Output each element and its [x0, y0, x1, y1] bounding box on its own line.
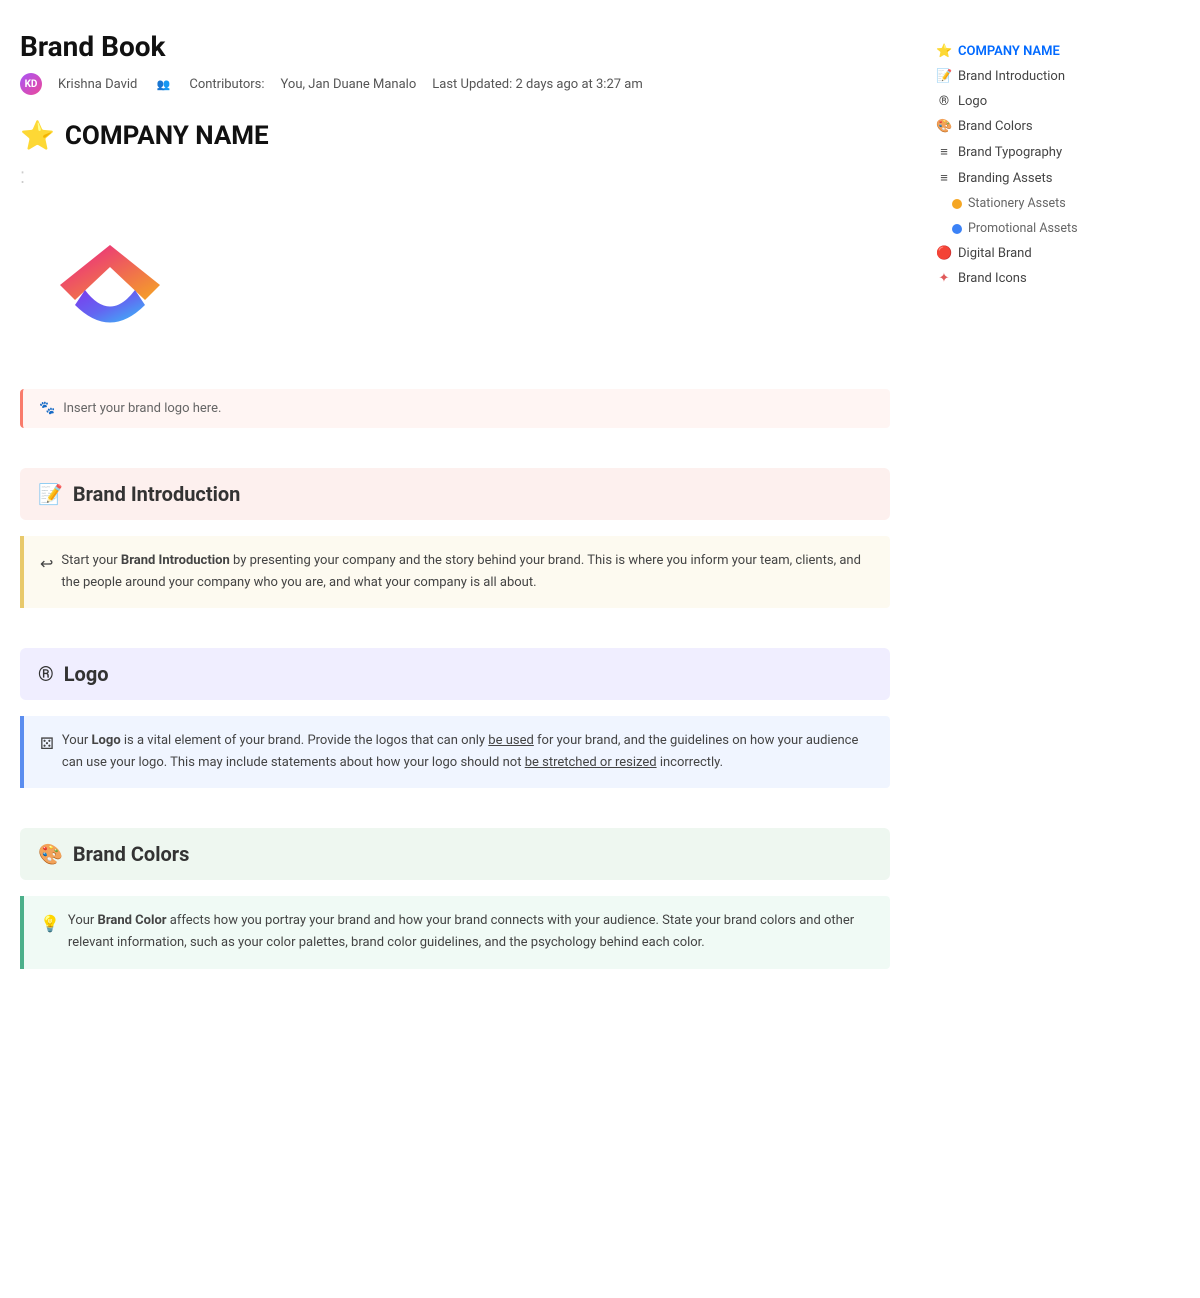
last-updated: Last Updated: 2 days ago at 3:27 am	[432, 77, 643, 92]
sidebar-typography-icon: ≡	[936, 144, 952, 160]
sidebar-brand-intro-label: Brand Introduction	[958, 69, 1065, 84]
contributors-names: You, Jan Duane Manalo	[281, 77, 417, 92]
logo-underline1: be used	[488, 733, 534, 748]
logo-icon: ®	[38, 662, 54, 686]
avatar: KD	[20, 73, 42, 95]
author-name: Krishna David	[58, 77, 137, 92]
sidebar-digital-brand-icon: 🔴	[936, 246, 952, 261]
meta-row: KD Krishna David 👥 Contributors: You, Ja…	[20, 73, 890, 95]
sidebar-item-promotional-assets[interactable]: Promotional Assets	[930, 217, 1130, 240]
sidebar-brand-intro-icon: 📝	[936, 69, 952, 84]
contributors-label: Contributors:	[189, 77, 264, 92]
sidebar-stationery-dot	[952, 199, 962, 209]
section-logo: ® Logo ⚄ Your Logo is a vital element of…	[20, 648, 890, 788]
brand-colors-title: Brand Colors	[73, 842, 189, 866]
drag-handle: ⁚	[20, 168, 890, 187]
brand-introduction-callout-icon: ↩	[40, 550, 53, 577]
sidebar-brand-icons-label: Brand Icons	[958, 271, 1027, 286]
brand-colors-callout-icon: 💡	[40, 910, 60, 937]
sidebar-item-branding-assets[interactable]: ≡ Branding Assets	[930, 166, 1130, 190]
sidebar-star-icon: ⭐	[936, 44, 952, 59]
brand-logo-callout-icon: 🐾	[39, 401, 55, 416]
contributors-icon: 👥	[153, 74, 173, 94]
brand-logo-callout: 🐾 Insert your brand logo here.	[20, 389, 890, 428]
sidebar: ⭐ COMPANY NAME 📝 Brand Introduction ® Lo…	[930, 30, 1130, 1009]
sidebar-digital-brand-label: Digital Brand	[958, 246, 1032, 261]
logo-bold: Logo	[92, 733, 121, 748]
main-content: Brand Book KD Krishna David 👥 Contributo…	[20, 30, 890, 1009]
clickup-logo-svg	[30, 195, 190, 355]
sidebar-item-logo[interactable]: ® Logo	[930, 90, 1130, 113]
sidebar-brand-typography-label: Brand Typography	[958, 145, 1062, 160]
sidebar-promotional-label: Promotional Assets	[968, 221, 1078, 236]
star-icon: ⭐	[20, 119, 55, 152]
section-brand-introduction: 📝 Brand Introduction ↩ Start your Brand …	[20, 468, 890, 608]
brand-introduction-callout: ↩ Start your Brand Introduction by prese…	[20, 536, 890, 608]
brand-colors-icon: 🎨	[38, 842, 63, 866]
logo-callout-icon: ⚄	[40, 730, 54, 757]
sidebar-item-brand-colors[interactable]: 🎨 Brand Colors	[930, 115, 1130, 138]
sidebar-item-stationery-assets[interactable]: Stationery Assets	[930, 192, 1130, 215]
logo-callout-text: Your Logo is a vital element of your bra…	[62, 733, 858, 770]
sidebar-stationery-label: Stationery Assets	[968, 196, 1066, 211]
sidebar-branding-assets-label: Branding Assets	[958, 171, 1052, 186]
sidebar-item-company-name[interactable]: ⭐ COMPANY NAME	[930, 40, 1130, 63]
sidebar-logo-icon: ®	[936, 94, 952, 109]
logo-underline2: be stretched or resized	[525, 755, 657, 770]
sidebar-brand-colors-label: Brand Colors	[958, 119, 1033, 134]
logo-header: ® Logo	[20, 648, 890, 700]
brand-colors-bold: Brand Color	[98, 913, 167, 928]
brand-introduction-title: Brand Introduction	[73, 482, 241, 506]
logo-title: Logo	[64, 662, 109, 686]
section-brand-colors: 🎨 Brand Colors 💡 Your Brand Color affect…	[20, 828, 890, 968]
page-title: Brand Book	[20, 30, 890, 63]
sidebar-item-digital-brand[interactable]: 🔴 Digital Brand	[930, 242, 1130, 265]
sidebar-brand-colors-icon: 🎨	[936, 119, 952, 134]
sidebar-branding-assets-icon: ≡	[936, 170, 952, 186]
brand-introduction-header: 📝 Brand Introduction	[20, 468, 890, 520]
company-name-text: COMPANY NAME	[65, 121, 269, 151]
sidebar-company-name-label: COMPANY NAME	[958, 44, 1060, 59]
brand-colors-callout: 💡 Your Brand Color affects how you portr…	[20, 896, 890, 968]
sidebar-brand-icons-icon: ✦	[936, 271, 952, 286]
brand-logo-callout-text: Insert your brand logo here.	[63, 401, 221, 416]
company-name-section: ⭐ COMPANY NAME ⁚	[20, 119, 890, 428]
sidebar-item-brand-typography[interactable]: ≡ Brand Typography	[930, 140, 1130, 164]
logo-area	[30, 195, 890, 359]
brand-introduction-callout-text: Start your Brand Introduction by present…	[61, 553, 861, 590]
brand-introduction-bold: Brand Introduction	[121, 553, 230, 568]
sidebar-item-brand-icons[interactable]: ✦ Brand Icons	[930, 267, 1130, 290]
sidebar-promotional-dot	[952, 224, 962, 234]
sidebar-logo-label: Logo	[958, 94, 987, 109]
logo-callout: ⚄ Your Logo is a vital element of your b…	[20, 716, 890, 788]
sidebar-item-brand-introduction[interactable]: 📝 Brand Introduction	[930, 65, 1130, 88]
brand-colors-callout-text: Your Brand Color affects how you portray…	[68, 913, 854, 950]
company-name-heading: ⭐ COMPANY NAME	[20, 119, 890, 152]
brand-introduction-icon: 📝	[38, 482, 63, 506]
brand-colors-header: 🎨 Brand Colors	[20, 828, 890, 880]
